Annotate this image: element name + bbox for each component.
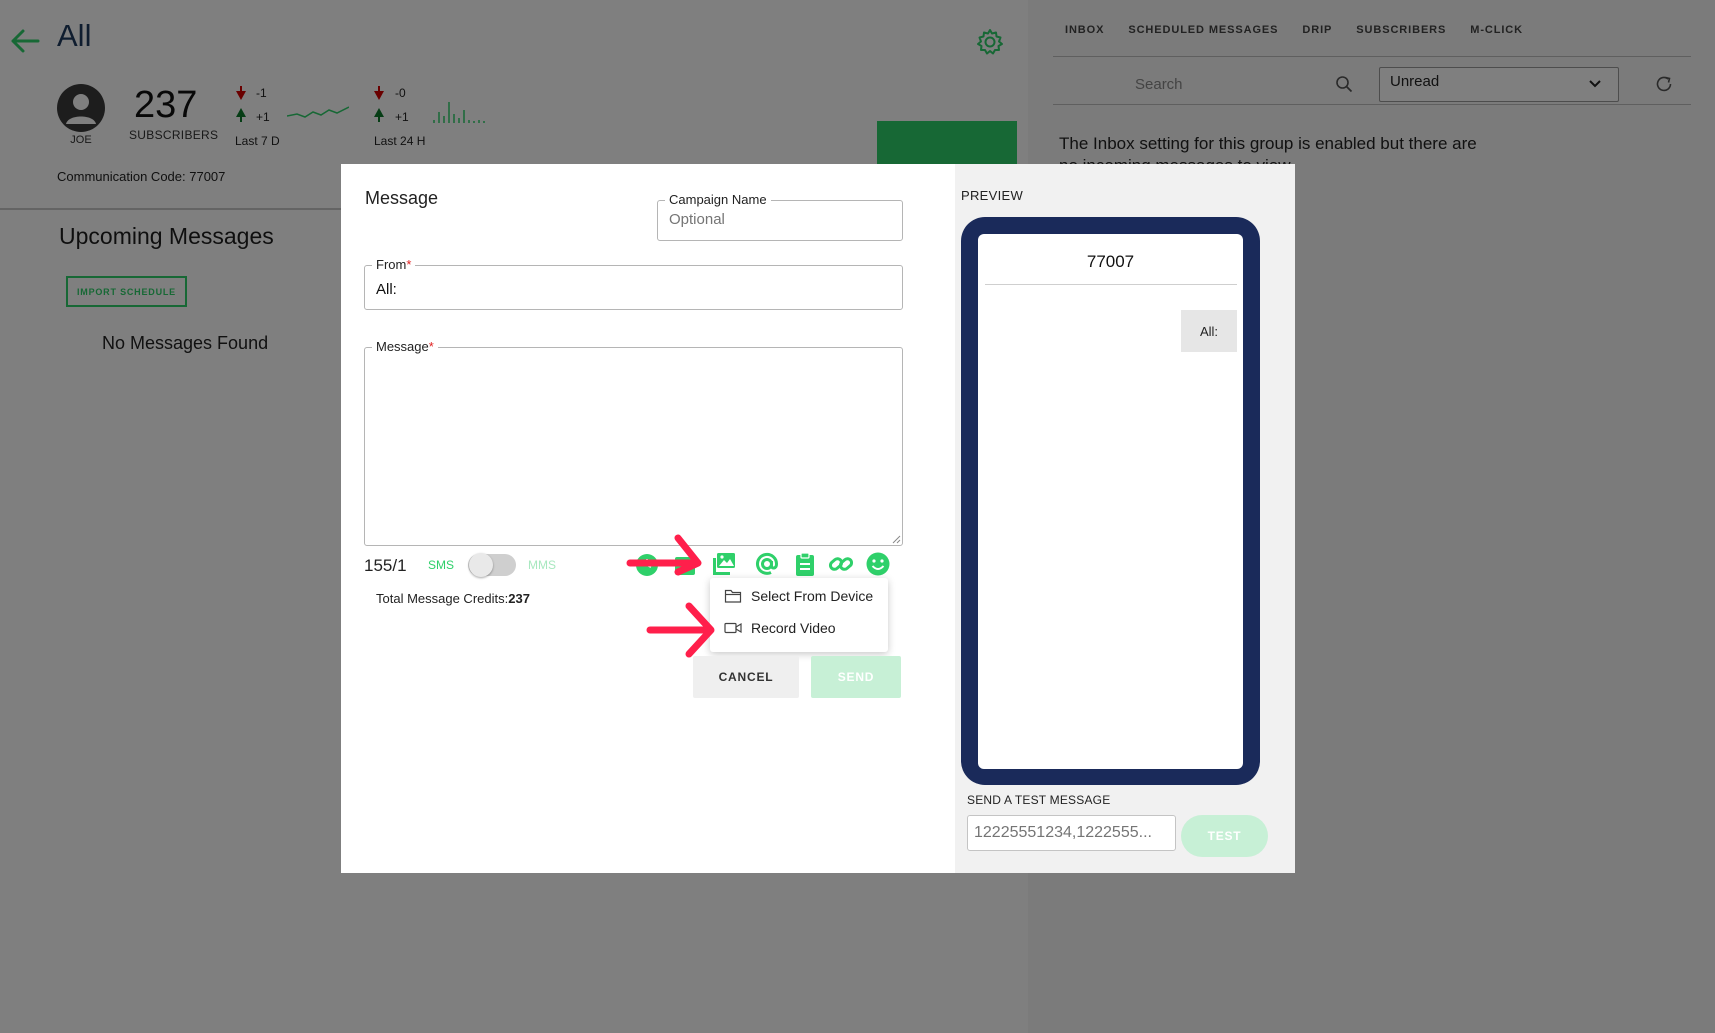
modal-title: Message [365,188,439,208]
sms-label: SMS [428,558,455,572]
link-icon[interactable] [828,551,854,577]
phone-sender-number: 77007 [1086,252,1135,271]
mms-label: MMS [528,558,556,572]
from-value: All: [376,281,397,298]
test-phone-field[interactable] [967,815,1176,851]
at-sign-icon[interactable] [754,551,780,577]
message-credits: Total Message Credits:237 [376,591,530,606]
send-button[interactable]: SEND [811,656,901,698]
annotation-arrow-icon [646,602,715,658]
campaign-name-label: Campaign Name [665,192,771,207]
character-counter: 155/1 [364,556,407,575]
from-field[interactable]: From* All: [364,257,903,310]
menu-item-select-from-device[interactable]: Select From Device [724,588,873,604]
message-textarea[interactable]: Message* [364,339,903,546]
media-options-menu: Select From Device Record Video [710,578,888,652]
video-camera-icon [724,622,742,634]
annotation-arrow-icon [626,534,702,576]
phone-divider [985,284,1237,285]
campaign-name-field[interactable]: Campaign Name [657,192,903,241]
resize-handle-icon[interactable] [891,534,901,544]
preview-title: PREVIEW [961,188,1024,203]
cancel-button[interactable]: CANCEL [693,656,799,698]
campaign-name-input[interactable] [669,211,889,228]
test-message-title: SEND A TEST MESSAGE [967,793,1111,807]
clipboard-icon[interactable] [792,551,818,577]
test-button[interactable]: TEST [1181,815,1268,857]
message-bubble: All: [1181,310,1237,352]
test-phone-input[interactable] [974,824,1170,842]
message-label: Message* [372,339,438,354]
menu-item-record-video[interactable]: Record Video [724,620,836,636]
toggle-knob[interactable] [469,553,493,577]
folder-icon [724,589,742,603]
from-label: From* [372,257,416,272]
emoji-icon[interactable] [865,551,891,577]
media-gallery-icon[interactable] [711,551,737,577]
